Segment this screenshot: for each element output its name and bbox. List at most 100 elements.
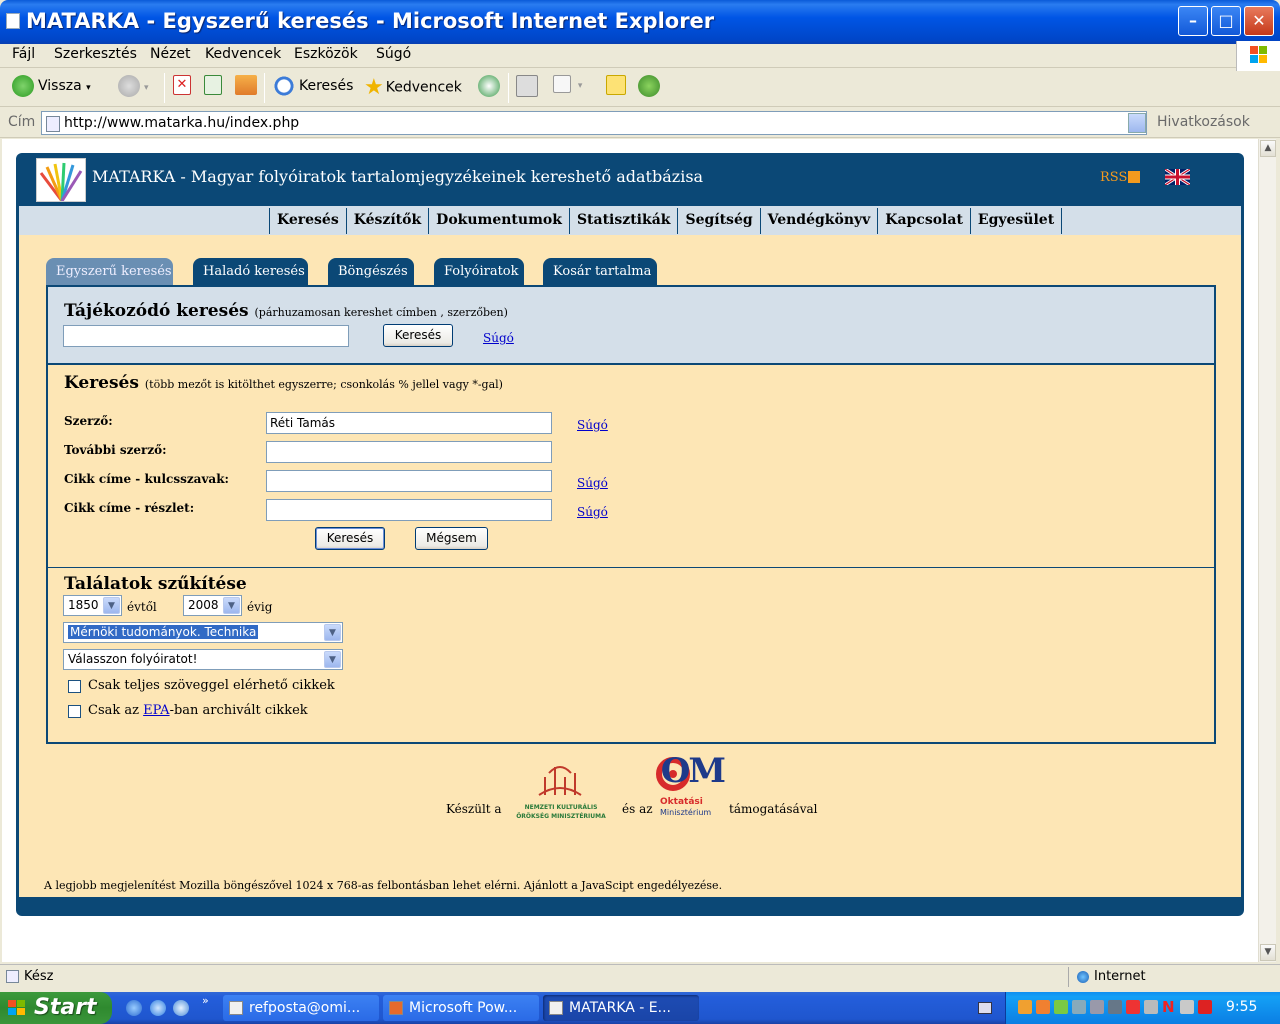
om-logo[interactable]: OM Oktatási Minisztérium [656,751,726,817]
quick-search-button[interactable]: Keresés [383,324,453,347]
nav-keszitok[interactable]: Készítők [345,208,428,234]
messenger-button[interactable] [638,75,664,101]
author-label: Szerző: [64,414,113,428]
close-button[interactable]: ✕ [1244,6,1274,36]
print-icon [553,75,571,93]
edit-button[interactable] [606,75,630,101]
menu-tools[interactable]: Eszközök [294,46,358,62]
page-icon [46,116,60,132]
quicklaunch-messenger-icon[interactable] [173,1000,189,1016]
tray-phone-icon[interactable] [1126,1000,1140,1014]
status-text: Kész [24,969,54,984]
title-part-help-link[interactable]: Súgó [577,505,608,519]
address-label: Cím [8,114,36,130]
refresh-button[interactable] [204,75,226,101]
tray-app-icon[interactable] [1018,1000,1032,1014]
tray-volume-icon[interactable] [1198,1000,1212,1014]
nkom-logo[interactable]: NEMZETI KULTURÁLIS ÖRÖKSÉG MINISZTÉRIUMA [509,759,613,825]
epa-label: Csak az EPA-ban archivált cikkek [88,703,308,718]
scroll-down-icon[interactable]: ▼ [1260,944,1276,961]
favorites-button[interactable]: ★ Kedvencek [364,75,462,101]
chevron-down-icon: ▼ [103,597,120,614]
search-panel: Tájékozódó keresés (párhuzamosan kereshe… [46,285,1216,744]
task-powerpoint[interactable]: Microsoft Pow... [383,995,539,1021]
back-button[interactable]: Vissza ▾ [12,75,91,101]
quicklaunch-ie-icon[interactable] [150,1000,166,1016]
quicklaunch-desktop-icon[interactable] [126,1000,142,1016]
task-matarka[interactable]: MATARKA - E... [543,995,699,1021]
address-url: http://www.matarka.hu/index.php [64,115,300,131]
menu-file[interactable]: Fájl [12,46,35,62]
nav-kereses[interactable]: Keresés [269,208,346,234]
stop-icon: ✕ [173,75,191,95]
keywords-input[interactable] [266,470,552,492]
tray-app-icon[interactable] [1144,1000,1158,1014]
search-submit-button[interactable]: Keresés [315,527,385,550]
tray-n-icon[interactable]: N [1162,998,1176,1016]
tray-monitor-icon[interactable] [1108,1000,1122,1014]
tray-app-icon[interactable] [1180,1000,1194,1014]
keyboard-icon[interactable] [978,1002,992,1014]
tab-advanced-search[interactable]: Haladó keresés [193,258,308,285]
history-button[interactable] [478,75,504,101]
vertical-scrollbar[interactable]: ▲ ▼ [1258,139,1276,962]
section-divider [48,567,1214,568]
minimize-button[interactable]: – [1178,6,1208,36]
search-button[interactable]: Keresés [273,75,353,101]
from-year-select[interactable]: 1850 ▼ [63,595,122,616]
scroll-up-icon[interactable]: ▲ [1260,140,1276,157]
menu-view[interactable]: Nézet [150,46,191,62]
home-button[interactable] [235,75,261,101]
quicklaunch-more-icon[interactable]: » [202,994,209,1007]
journal-select[interactable]: Válasszon folyóiratot! ▼ [63,649,343,670]
print-button[interactable]: ▾ [553,75,582,101]
author-help-link[interactable]: Súgó [577,418,608,432]
matarka-logo[interactable] [36,158,86,202]
address-input[interactable]: http://www.matarka.hu/index.php [41,111,1147,135]
start-button[interactable]: Start [0,992,112,1024]
menu-edit[interactable]: Szerkesztés [54,46,137,62]
tray-network-icon[interactable] [1072,1000,1086,1014]
epa-link[interactable]: EPA [143,703,169,718]
nav-dokumentumok[interactable]: Dokumentumok [428,208,569,234]
tab-basket[interactable]: Kosár tartalma [543,258,657,285]
quick-help-link[interactable]: Súgó [483,331,514,345]
author-input[interactable]: Réti Tamás [266,412,552,434]
subject-select[interactable]: Mérnöki tudományok. Technika ▼ [63,622,343,643]
search-cancel-button[interactable]: Mégsem [415,527,488,550]
tray-shield-icon[interactable] [1054,1000,1068,1014]
title-part-input[interactable] [266,499,552,521]
title-bar[interactable]: MATARKA - Egyszerű keresés - Microsoft I… [0,0,1280,44]
nav-kapcsolat[interactable]: Kapcsolat [877,208,970,234]
rss-link[interactable]: RSS [1100,170,1141,185]
keywords-help-link[interactable]: Súgó [577,476,608,490]
nav-segitseg[interactable]: Segítség [677,208,759,234]
tab-journals[interactable]: Folyóiratok [434,258,524,285]
task-refposta[interactable]: refposta@omi... [223,995,379,1021]
menu-favorites[interactable]: Kedvencek [205,46,281,62]
links-toolbar[interactable]: Hivatkozások [1157,114,1250,130]
nav-vendegkonyv[interactable]: Vendégkönyv [759,208,878,234]
main-nav: Keresés Készítők Dokumentumok Statisztik… [19,206,1241,235]
tab-simple-search[interactable]: Egyszerű keresés [46,258,173,285]
more-authors-input[interactable] [266,441,552,463]
fulltext-label: Csak teljes szöveggel elérhető cikkek [88,678,335,693]
window-title: MATARKA - Egyszerű keresés - Microsoft I… [26,9,715,33]
maximize-button[interactable]: □ [1211,6,1241,36]
epa-checkbox[interactable] [68,705,81,718]
nav-egyesulet[interactable]: Egyesület [969,208,1063,234]
nav-statisztikak[interactable]: Statisztikák [568,208,678,234]
fulltext-checkbox[interactable] [68,680,81,693]
quick-search-input[interactable] [63,325,349,347]
tray-app-icon[interactable] [1036,1000,1050,1014]
forward-button[interactable]: ▾ [118,75,149,101]
mail-button[interactable] [516,75,542,101]
stop-button[interactable]: ✕ [173,75,195,101]
to-year-select[interactable]: 2008 ▼ [183,595,242,616]
narrow-title: Találatok szűkítése [64,574,247,594]
english-flag-icon[interactable] [1164,167,1191,187]
tab-browse[interactable]: Böngészés [328,258,414,285]
address-dropdown-icon[interactable] [1128,113,1146,133]
tray-device-icon[interactable] [1090,1000,1104,1014]
menu-help[interactable]: Súgó [376,46,411,62]
